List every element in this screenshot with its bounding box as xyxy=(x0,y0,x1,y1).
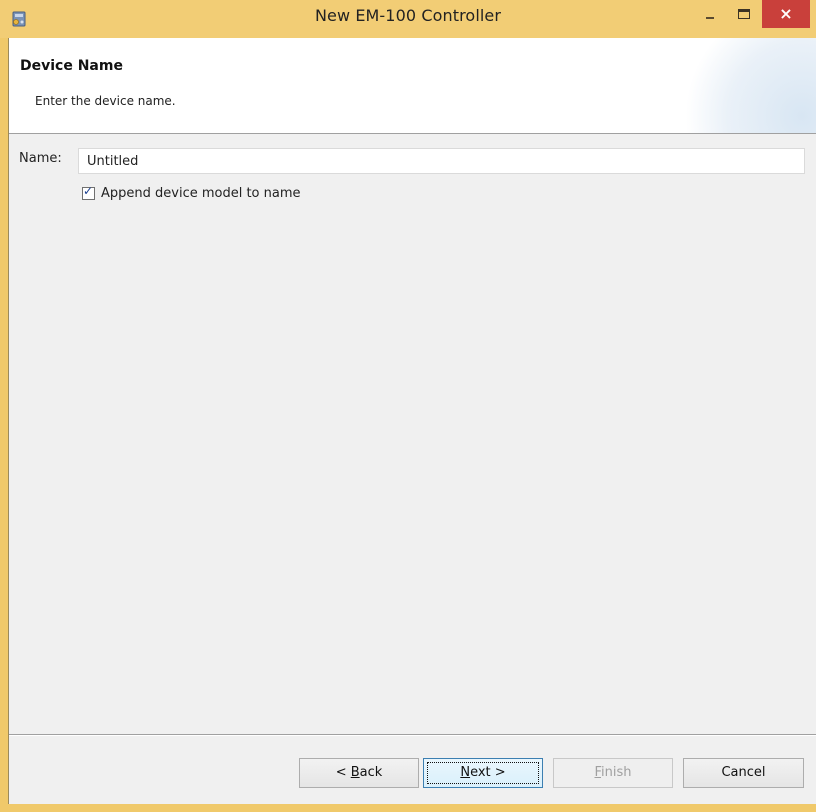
append-model-checkbox[interactable]: ✓ xyxy=(82,183,95,200)
maximize-icon xyxy=(738,9,750,19)
window-title: New EM-100 Controller xyxy=(314,6,502,25)
wizard-window: New EM-100 Controller × Device Name Ente… xyxy=(0,0,816,812)
close-icon: × xyxy=(779,4,793,23)
finish-rest: inish xyxy=(601,765,632,780)
next-rest: ext > xyxy=(470,765,506,780)
next-button[interactable]: Next > xyxy=(423,758,543,788)
wizard-header: Device Name Enter the device name. xyxy=(9,38,816,134)
checkmark-icon: ✓ xyxy=(83,183,94,198)
header-banner-graphic xyxy=(676,38,816,133)
next-mnemonic: N xyxy=(460,765,471,780)
back-prefix: < xyxy=(335,765,351,780)
minimize-button[interactable] xyxy=(698,0,724,28)
finish-button[interactable]: Finish xyxy=(553,758,673,788)
append-model-checkbox-row[interactable]: ✓ Append device model to name xyxy=(82,184,301,202)
name-input[interactable] xyxy=(78,148,805,174)
back-button[interactable]: < Back xyxy=(299,758,419,788)
back-rest: ack xyxy=(359,765,383,780)
name-label: Name: xyxy=(19,151,62,166)
title-bar[interactable]: New EM-100 Controller × xyxy=(0,0,816,38)
back-mnemonic: B xyxy=(350,765,360,780)
page-title: Device Name xyxy=(20,58,123,74)
button-bar-separator xyxy=(9,734,816,736)
append-model-label[interactable]: Append device model to name xyxy=(101,186,301,201)
maximize-button[interactable] xyxy=(728,0,760,28)
minimize-icon xyxy=(706,17,714,19)
wizard-client-area: Device Name Enter the device name. Name:… xyxy=(8,38,816,804)
page-description: Enter the device name. xyxy=(35,94,176,108)
cancel-button[interactable]: Cancel xyxy=(683,758,804,788)
close-button[interactable]: × xyxy=(762,0,810,28)
